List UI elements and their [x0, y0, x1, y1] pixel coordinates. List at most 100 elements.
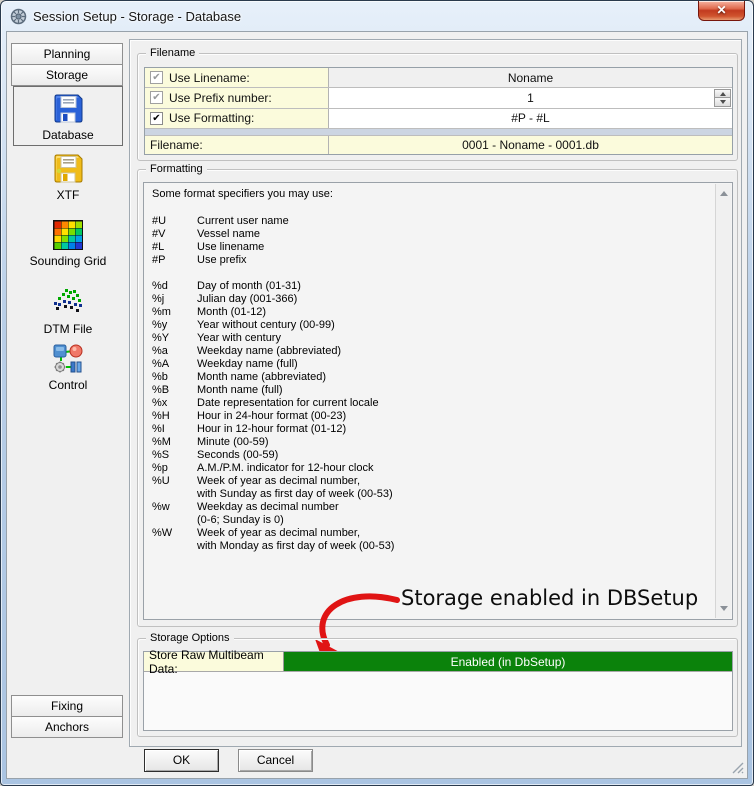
spec: %W — [152, 527, 173, 539]
spec: %a — [152, 345, 168, 357]
spec-desc: Day of month (01-31) — [197, 280, 301, 292]
annotation-text: Storage enabled in DBSetup — [401, 586, 699, 610]
session-setup-dialog: Session Setup - Storage - Database ✕ Pla… — [0, 0, 754, 786]
sidebar-item-label: Sounding Grid — [29, 254, 107, 268]
list-item: %S Seconds (00-59) — [144, 449, 732, 462]
spec: %b — [152, 371, 168, 383]
use-formatting-cell: ✔ Use Formatting: — [145, 108, 329, 128]
spec: %p — [152, 462, 168, 474]
formatting-scrollbar[interactable] — [715, 184, 731, 618]
table-separator — [145, 128, 732, 136]
app-icon — [10, 8, 27, 24]
down-arrow-icon — [719, 100, 726, 105]
spec-desc: Hour in 24-hour format (00-23) — [197, 410, 347, 422]
spec: %w — [152, 501, 170, 513]
spec-desc: Week of year as decimal number, with Mon… — [197, 527, 395, 552]
list-item: %B Month name (full) — [144, 384, 732, 397]
use-prefix-checkbox[interactable]: ✔ — [150, 91, 163, 105]
spec: %I — [152, 423, 165, 435]
spec: %B — [152, 384, 170, 396]
spec-desc: Weekday as decimal number (0-6; Sunday i… — [197, 501, 339, 526]
sidebar-item-label: Control — [48, 378, 88, 392]
filename-table: ✔ Use Linename: Noname ✔ Use Prefix numb… — [144, 67, 733, 155]
sidebar-item-label: XTF — [56, 188, 80, 202]
spec: %m — [152, 306, 171, 318]
spec-desc: Year without century (00-99) — [197, 319, 335, 331]
sidebar-button-planning[interactable]: Planning — [11, 43, 123, 65]
list-item: #P Use prefix — [144, 254, 732, 267]
spec-desc: Hour in 12-hour format (01-12) — [197, 423, 347, 435]
spec: %U — [152, 475, 170, 487]
list-item: %m Month (01-12) — [144, 306, 732, 319]
table-row: Store Raw Multibeam Data: Enabled (in Db… — [144, 648, 732, 676]
filename-group-legend: Filename — [146, 47, 200, 60]
prefix-number-value: 1 — [527, 90, 534, 105]
list-item: %p A.M./P.M. indicator for 12-hour clock — [144, 462, 732, 475]
formatting-intro: Some format specifiers you may use: — [152, 188, 333, 200]
table-row: ✔ Use Linename: Noname — [145, 68, 732, 89]
titlebar[interactable]: Session Setup - Storage - Database — [1, 1, 753, 31]
spec-desc: Vessel name — [197, 228, 260, 240]
close-button[interactable]: ✕ — [698, 1, 745, 21]
spec: %M — [152, 436, 171, 448]
list-item: %w Weekday as decimal number (0-6; Sunday… — [144, 501, 732, 527]
scroll-up-button[interactable] — [716, 186, 731, 201]
storage-options-legend: Storage Options — [146, 632, 234, 645]
list-item: %x Date representation for current locale — [144, 397, 732, 410]
sidebar-item-label: DTM File — [43, 322, 93, 336]
spec-desc: Date representation for current locale — [197, 397, 379, 409]
filename-result-label: Filename: — [150, 137, 203, 152]
sidebar-item-sounding-grid[interactable]: Sounding Grid — [13, 219, 123, 273]
list-item: %Y Year with century — [144, 332, 732, 345]
spinner-down-button[interactable] — [714, 98, 731, 107]
spec: #L — [152, 241, 165, 253]
spec-desc: Julian day (001-366) — [197, 293, 298, 305]
spec-desc: Weekday name (full) — [197, 358, 298, 370]
spec-desc: Current user name — [197, 215, 289, 227]
use-prefix-label: Use Prefix number: — [169, 90, 272, 105]
sidebar-item-dtm-file[interactable]: DTM File — [13, 287, 123, 339]
spec-desc: A.M./P.M. indicator for 12-hour clock — [197, 462, 374, 474]
spec-desc: Use prefix — [197, 254, 247, 266]
formatting-help-panel: Some format specifiers you may use: #U Cu… — [143, 182, 733, 620]
sidebar-item-label: Database — [42, 128, 94, 142]
list-item: %W Week of year as decimal number, with M… — [144, 527, 732, 553]
ok-button[interactable]: OK — [144, 749, 219, 772]
list-item: %M Minute (00-59) — [144, 436, 732, 449]
spinner-up-button[interactable] — [714, 89, 731, 99]
prefix-number-field[interactable]: 1 — [329, 88, 732, 108]
cancel-button[interactable]: Cancel — [238, 749, 313, 772]
sidebar-item-xtf[interactable]: XTF — [13, 153, 123, 205]
sidebar-item-database[interactable]: Database — [13, 86, 123, 146]
use-linename-label: Use Linename: — [169, 70, 250, 85]
spec-desc: Minute (00-59) — [197, 436, 269, 448]
use-linename-checkbox[interactable]: ✔ — [150, 71, 163, 85]
sidebar-item-control[interactable]: Control — [13, 343, 123, 399]
filename-groupbox: Filename ✔ Use Linename: Noname ✔ Use Pr… — [137, 47, 738, 161]
prefix-number-spinner — [714, 89, 731, 107]
list-item: %b Month name (abbreviated) — [144, 371, 732, 384]
sidebar-button-fixing[interactable]: Fixing — [11, 695, 123, 717]
scroll-down-button[interactable] — [716, 601, 731, 616]
spec: %d — [152, 280, 168, 292]
list-item: %a Weekday name (abbreviated) — [144, 345, 732, 358]
sidebar-button-storage[interactable]: Storage — [11, 64, 123, 86]
list-item: %H Hour in 24-hour format (00-23) — [144, 410, 732, 423]
formatting-value-field[interactable]: #P - #L — [329, 108, 732, 128]
list-item: %y Year without century (00-99) — [144, 319, 732, 332]
up-arrow-icon — [719, 91, 726, 96]
spec: %j — [152, 293, 165, 305]
spec-desc: Month (01-12) — [197, 306, 267, 318]
spec: %S — [152, 449, 170, 461]
control-icon — [53, 344, 83, 373]
database-floppy-icon — [54, 94, 83, 123]
store-raw-multibeam-label: Store Raw Multibeam Data: — [144, 648, 284, 676]
spec-desc: Seconds (00-59) — [197, 449, 279, 461]
use-prefix-cell: ✔ Use Prefix number: — [145, 88, 329, 108]
spec: %x — [152, 397, 168, 409]
resize-grip-icon[interactable] — [732, 762, 744, 774]
list-item: #L Use linename — [144, 241, 732, 254]
use-formatting-checkbox[interactable]: ✔ — [150, 111, 163, 125]
spec: %y — [152, 319, 168, 331]
sidebar-button-anchors[interactable]: Anchors — [11, 716, 123, 738]
